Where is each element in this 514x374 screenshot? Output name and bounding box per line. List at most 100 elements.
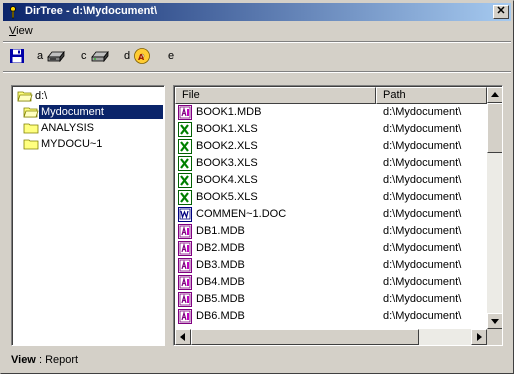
folder-icon [23, 123, 39, 134]
file-name: DB2.MDB [196, 242, 245, 254]
svg-text:A: A [138, 53, 145, 62]
file-path: d:\Mydocument\ [383, 106, 462, 118]
excel-file-icon [178, 173, 192, 188]
tree-node-root[interactable]: d:\ [17, 88, 49, 104]
window-title: DirTree - d:\Mydocument\ [25, 5, 158, 17]
excel-file-icon [178, 122, 192, 137]
save-icon [10, 49, 24, 63]
list-item[interactable]: DB5.MDB d:\Mydocument\ [175, 291, 488, 308]
folder-icon [23, 139, 39, 150]
drive-c-label: c [81, 50, 87, 62]
list-item[interactable]: BOOK3.XLS d:\Mydocument\ [175, 155, 488, 172]
word-file-icon [178, 207, 192, 222]
title-bar[interactable]: DirTree - d:\Mydocument\ ✕ [3, 3, 511, 21]
horizontal-scroll-thumb[interactable] [191, 329, 419, 345]
cd-drive-icon: A [134, 48, 151, 64]
toolbar-separator [3, 71, 511, 73]
column-header-path[interactable]: Path [376, 87, 487, 104]
drive-toolbar: a c d A e [3, 43, 511, 69]
list-item[interactable]: BOOK2.XLS d:\Mydocument\ [175, 138, 488, 155]
tree-node-label: Mydocument [39, 105, 163, 119]
list-item[interactable]: BOOK4.XLS d:\Mydocument\ [175, 172, 488, 189]
file-name: DB4.MDB [196, 276, 245, 288]
scroll-right-button[interactable] [471, 329, 487, 345]
drive-a-button[interactable]: a [37, 45, 66, 67]
list-item[interactable]: DB3.MDB d:\Mydocument\ [175, 257, 488, 274]
file-name: BOOK4.XLS [196, 174, 258, 186]
scroll-left-button[interactable] [175, 329, 191, 345]
scroll-down-button[interactable] [487, 313, 502, 329]
vertical-scroll-thumb[interactable] [487, 103, 502, 153]
open-folder-icon [23, 107, 39, 118]
list-item[interactable]: DB4.MDB d:\Mydocument\ [175, 274, 488, 291]
list-item[interactable]: DB2.MDB d:\Mydocument\ [175, 240, 488, 257]
access-file-icon [178, 105, 192, 120]
tree-node-analysis[interactable]: ANALYSIS [23, 120, 96, 136]
file-path: d:\Mydocument\ [383, 293, 462, 305]
access-file-icon [178, 241, 192, 256]
directory-tree[interactable]: d:\ Mydocument ANALYSIS MYDOCU~1 [11, 85, 165, 346]
open-folder-icon [17, 91, 33, 102]
access-file-icon [178, 292, 192, 307]
file-list[interactable]: File Path BOOK1.MDB d:\Mydocument\ BOOK1.X… [173, 85, 503, 346]
file-path: d:\Mydocument\ [383, 191, 462, 203]
tree-node-label: ANALYSIS [41, 122, 94, 134]
file-name: BOOK2.XLS [196, 140, 258, 152]
file-path: d:\Mydocument\ [383, 140, 462, 152]
app-icon [10, 6, 16, 19]
list-item[interactable]: BOOK1.MDB d:\Mydocument\ [175, 104, 488, 121]
column-header-file[interactable]: File [175, 87, 376, 104]
file-name: BOOK1.XLS [196, 123, 258, 135]
excel-file-icon [178, 190, 192, 205]
drive-e-button[interactable]: e [168, 45, 177, 67]
excel-file-icon [178, 139, 192, 154]
status-label: View [11, 354, 36, 366]
tree-node-label: d:\ [35, 90, 48, 102]
list-item[interactable]: DB6.MDB d:\Mydocument\ [175, 308, 488, 325]
drive-d-button[interactable]: d A [124, 45, 151, 67]
close-button[interactable]: ✕ [493, 5, 509, 19]
file-path: d:\Mydocument\ [383, 276, 462, 288]
list-item[interactable]: DB1.MDB d:\Mydocument\ [175, 223, 488, 240]
list-item[interactable]: BOOK5.XLS d:\Mydocument\ [175, 189, 488, 206]
scroll-up-button[interactable] [487, 87, 502, 103]
file-name: BOOK5.XLS [196, 191, 258, 203]
drive-e-label: e [168, 50, 175, 62]
menu-view[interactable]: View [9, 25, 33, 37]
main-window: DirTree - d:\Mydocument\ ✕ View a c d A … [0, 0, 514, 374]
tree-node-mydocu1[interactable]: MYDOCU~1 [23, 136, 104, 152]
close-icon: ✕ [496, 5, 506, 17]
file-path: d:\Mydocument\ [383, 225, 462, 237]
tree-node-label: MYDOCU~1 [41, 138, 103, 150]
file-name: DB6.MDB [196, 310, 245, 322]
file-path: d:\Mydocument\ [383, 208, 462, 220]
menu-bar: View [3, 23, 511, 41]
arrow-right-icon [477, 333, 482, 341]
file-path: d:\Mydocument\ [383, 310, 462, 322]
drive-a-label: a [37, 50, 44, 62]
access-file-icon [178, 309, 192, 324]
save-button[interactable] [9, 45, 25, 67]
arrow-up-icon [491, 92, 499, 97]
access-file-icon [178, 275, 192, 290]
list-item[interactable]: COMMEN~1.DOC d:\Mydocument\ [175, 206, 488, 223]
file-path: d:\Mydocument\ [383, 123, 462, 135]
access-file-icon [178, 258, 192, 273]
arrow-down-icon [491, 319, 499, 324]
file-path: d:\Mydocument\ [383, 259, 462, 271]
status-value: Report [45, 354, 79, 366]
excel-file-icon [178, 156, 192, 171]
status-separator: : [38, 354, 42, 366]
status-bar: View : Report [11, 354, 78, 368]
drive-c-button[interactable]: c [81, 45, 110, 67]
tree-node-mydocument[interactable]: Mydocument [23, 104, 163, 120]
horizontal-scrollbar[interactable] [175, 329, 487, 345]
drive-d-label: d [124, 50, 131, 62]
scroll-corner [487, 329, 502, 345]
vertical-scrollbar[interactable] [487, 87, 502, 329]
file-path: d:\Mydocument\ [383, 157, 462, 169]
access-file-icon [178, 224, 192, 239]
list-item[interactable]: BOOK1.XLS d:\Mydocument\ [175, 121, 488, 138]
file-name: DB1.MDB [196, 225, 245, 237]
file-name: COMMEN~1.DOC [196, 208, 287, 220]
